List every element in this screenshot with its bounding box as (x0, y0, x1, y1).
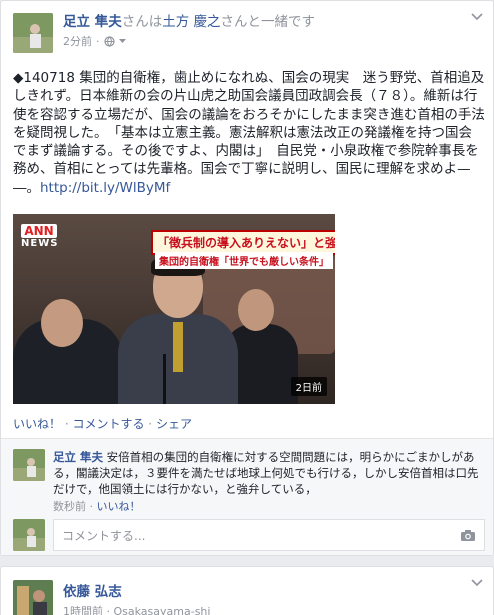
current-user-avatar (13, 519, 45, 551)
comments-section: 足立 隼夫 安倍首相の集団的自衛権に対する空間問題には，明らかにごまかしがある，… (1, 438, 493, 555)
camera-icon[interactable] (460, 529, 476, 542)
commenter-avatar[interactable] (13, 449, 45, 481)
post-photo[interactable]: ANN NEWS 「徴兵制の導入ありえない」と強調 集団的自衛権「世界でも厳しい… (13, 214, 335, 404)
photo-age-badge: 2日前 (290, 377, 327, 396)
post2-author-link[interactable]: 依藤 弘志 (63, 584, 122, 600)
comment-link[interactable]: コメントする (72, 417, 144, 431)
post2-author-avatar[interactable] (13, 580, 53, 615)
meta-separator: · (96, 34, 100, 48)
photo-caption-sub: 集団的自衛権「世界でも厳しい条件」 (155, 252, 333, 269)
comment-item: 足立 隼夫 安倍首相の集団的自衛権に対する空間問題には，明らかにごまかしがある，… (13, 449, 483, 515)
post2-header: 依藤 弘志 1時間前 · Osakasayama-shi (13, 580, 210, 615)
comment-composer: コメントする... (13, 519, 485, 551)
globe-icon[interactable] (103, 35, 115, 47)
post-link[interactable]: http://bit.ly/WlByMf (40, 180, 170, 196)
like-link[interactable]: いいね！ (13, 417, 61, 431)
post-card: 足立 隼夫さんは土方 慶之さんと一緒です 2分前 · ◆140718 集団的自衛… (0, 0, 494, 556)
post-body: ◆140718 集団的自衛権，歯止めになれぬ、国会の現実 迷う野党、首相追及しき… (13, 69, 485, 197)
tagged-friend-link[interactable]: 土方 慶之 (162, 14, 220, 30)
chevron-down-icon[interactable] (471, 13, 483, 21)
comment-timestamp[interactable]: 数秒前 (53, 500, 86, 513)
caret-down-icon[interactable] (118, 38, 126, 44)
comment-input[interactable]: コメントする... (53, 519, 485, 551)
post-actions: いいね！ · コメントする · シェア (13, 417, 192, 431)
with-suffix-text: さんと一緒です (220, 14, 316, 30)
with-prefix-text: さんは (121, 14, 163, 30)
post2-location[interactable]: Osakasayama-shi (114, 605, 211, 615)
comment-like-link[interactable]: いいね！ (97, 500, 141, 513)
commenter-name-link[interactable]: 足立 隼夫 (53, 450, 103, 464)
author-avatar[interactable] (13, 13, 53, 53)
comment-input-placeholder: コメントする... (62, 528, 146, 543)
ann-news-logo: ANN NEWS (21, 224, 59, 249)
post2-timestamp[interactable]: 1時間前 (63, 605, 103, 615)
post-text: ◆140718 集団的自衛権，歯止めになれぬ、国会の現実 迷う野党、首相追及しき… (13, 70, 485, 196)
author-name-link[interactable]: 足立 隼夫 (63, 14, 122, 30)
post-header: 足立 隼夫さんは土方 慶之さんと一緒です 2分前 · (13, 13, 315, 53)
chevron-down-icon[interactable] (471, 579, 483, 587)
post-timestamp[interactable]: 2分前 (63, 33, 92, 49)
share-link[interactable]: シェア (156, 417, 192, 431)
post-card-2: 依藤 弘志 1時間前 · Osakasayama-shi (0, 566, 494, 615)
comment-text: 安倍首相の集団的自衛権に対する空間問題には，明らかにごまかしがある，閣議決定は，… (53, 450, 479, 496)
